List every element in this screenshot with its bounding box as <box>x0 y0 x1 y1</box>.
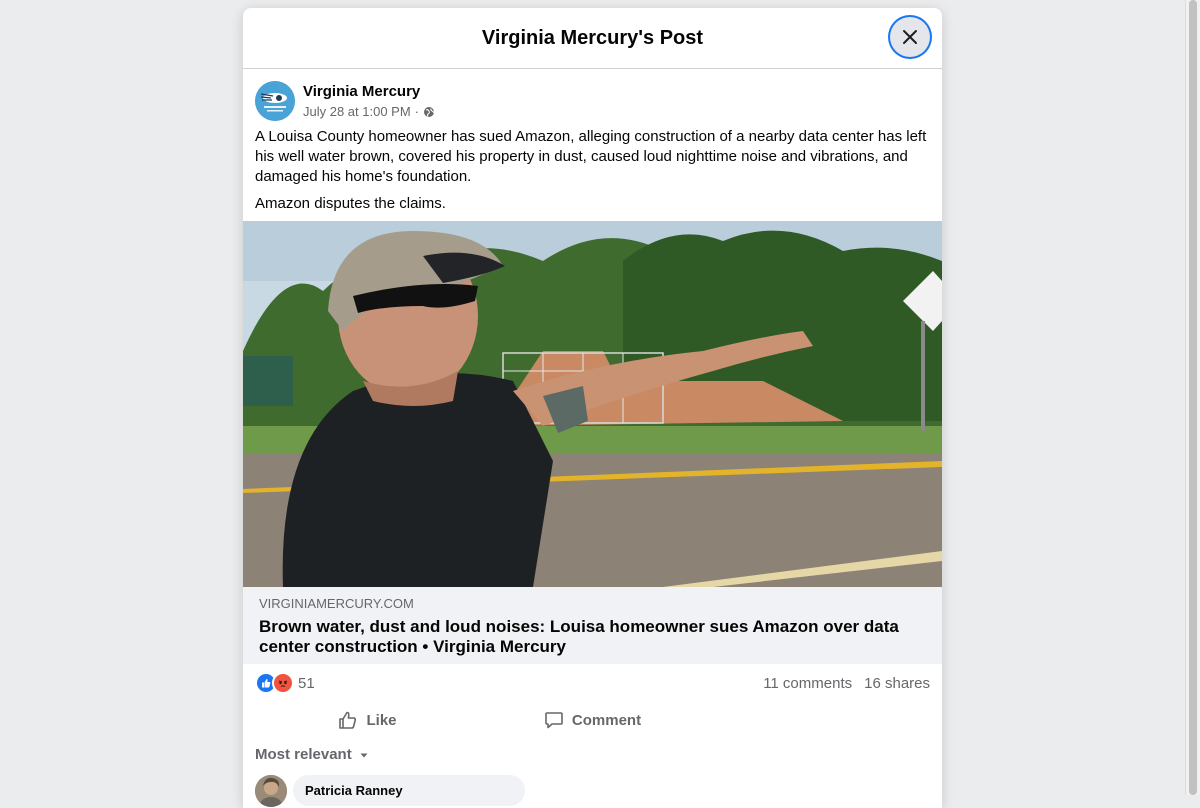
comment-item: Patricia Ranney <box>243 763 942 807</box>
reaction-count[interactable]: 51 <box>298 675 315 692</box>
share-count[interactable]: 16 shares <box>864 675 930 692</box>
angry-reaction-icon <box>272 672 294 694</box>
reactions-summary[interactable]: 51 <box>255 672 315 694</box>
meta-separator: · <box>414 104 420 119</box>
comment-author[interactable]: Patricia Ranney <box>305 783 513 798</box>
comment-bubble-icon <box>545 712 563 729</box>
scrollbar-thumb[interactable] <box>1189 0 1197 795</box>
action-bar: Like Comment <box>243 702 942 738</box>
link-preview[interactable]: VIRGINIAMERCURY.COM Brown water, dust an… <box>243 587 942 664</box>
caret-down-icon <box>360 753 368 757</box>
dialog-title: Virginia Mercury's Post <box>481 27 704 49</box>
post-photo[interactable] <box>243 221 942 587</box>
link-domain: VIRGINIAMERCURY.COM <box>259 596 414 611</box>
post-paragraph: A Louisa County homeowner has sued Amazo… <box>255 128 927 185</box>
close-icon <box>903 30 917 44</box>
post-meta: July 28 at 1:00 PM · <box>303 104 435 119</box>
page-avatar[interactable] <box>255 81 295 121</box>
post-header: Virginia Mercury July 28 at 1:00 PM · <box>243 69 942 123</box>
commenter-avatar[interactable] <box>255 775 287 807</box>
comment-button[interactable]: Comment <box>480 704 705 736</box>
globe-icon <box>424 106 435 117</box>
engagement-stats: 51 11 comments 16 shares <box>243 664 942 702</box>
post-body: A Louisa County homeowner has sued Amazo… <box>243 123 942 214</box>
post-dialog: Virginia Mercury's Post Virginia Mercury… <box>243 8 942 808</box>
stats-right: 11 comments 16 shares <box>763 675 930 692</box>
thumbs-up-icon <box>339 711 357 729</box>
comment-label: Comment <box>571 711 642 729</box>
comment-bubble: Patricia Ranney <box>293 775 525 806</box>
sort-label: Most relevant <box>255 746 352 763</box>
dialog-header: Virginia Mercury's Post <box>243 8 942 69</box>
mercury-logo-icon <box>255 81 295 121</box>
post-timestamp[interactable]: July 28 at 1:00 PM <box>303 104 411 119</box>
link-title[interactable]: Brown water, dust and loud noises: Louis… <box>259 617 926 657</box>
comment-sort-dropdown[interactable]: Most relevant <box>243 738 942 763</box>
close-button[interactable] <box>890 17 930 57</box>
like-label: Like <box>366 711 397 729</box>
comment-count[interactable]: 11 comments <box>763 675 852 692</box>
like-button[interactable]: Like <box>255 704 480 736</box>
post-author[interactable]: Virginia Mercury <box>303 83 420 100</box>
post-paragraph: Amazon disputes the claims. <box>255 195 446 212</box>
page-scrollbar[interactable] <box>1185 0 1200 795</box>
